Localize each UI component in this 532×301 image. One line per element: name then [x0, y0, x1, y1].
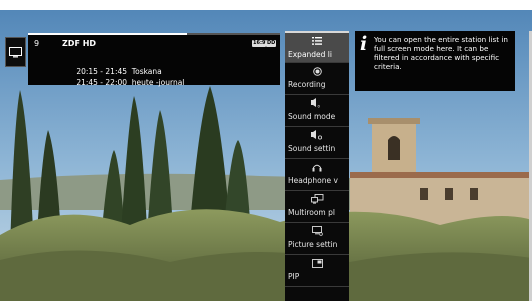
menu-item-label: Picture settin — [288, 240, 338, 249]
menu-item-label: Recording — [288, 80, 326, 89]
aspect-badge: 16:9 — [252, 40, 267, 47]
menu-item-pip[interactable]: PIP — [285, 255, 349, 287]
program-next: 21:45 - 22:00 heute -journal — [62, 69, 184, 96]
channel-name: ZDF HD — [62, 39, 97, 48]
list-icon — [312, 37, 322, 45]
menu-item-headphone[interactable]: Headphone v — [285, 159, 349, 191]
audio-badge: DD — [266, 40, 277, 47]
menu-item-label: Sound settin — [288, 144, 336, 153]
tv-source-button[interactable] — [5, 37, 26, 67]
tv-screen: 9 ZDF HD 16:9 DD 20:15 - 21:45 Toskana 2… — [0, 0, 532, 301]
menu-item-sound-settings[interactable]: Sound settin — [285, 127, 349, 159]
menu-item-label: Headphone v — [288, 176, 338, 185]
program-progress-bar — [28, 33, 187, 35]
sound-settings-icon — [311, 130, 323, 140]
tv-icon — [9, 46, 22, 57]
channel-number: 9 — [34, 39, 40, 48]
info-icon: i — [360, 33, 368, 55]
picture-settings-icon — [311, 226, 323, 236]
multiroom-icon — [310, 194, 323, 204]
menu-item-label: Multiroom pl — [288, 208, 335, 217]
record-icon — [312, 66, 322, 76]
menu-item-picture-settings[interactable]: Picture settin — [285, 223, 349, 255]
menu-item-label: Expanded li — [288, 50, 332, 59]
headphone-icon — [312, 164, 322, 171]
menu-item-sound-mode[interactable]: o Sound mode — [285, 95, 349, 127]
svg-text:o: o — [318, 104, 321, 109]
menu-item-expanded-list[interactable]: Expanded li — [285, 31, 349, 63]
menu-item-label: Sound mode — [288, 112, 336, 121]
channel-info-bar: 9 ZDF HD 16:9 DD 20:15 - 21:45 Toskana 2… — [28, 33, 280, 87]
menu-item-label: PIP — [288, 272, 300, 281]
help-tooltip: i You can open the entire station list i… — [355, 31, 515, 91]
sound-mode-icon: o — [311, 98, 321, 109]
menu-item-recording[interactable]: Recording — [285, 63, 349, 95]
program-progress-remaining — [187, 33, 280, 35]
pip-icon — [311, 258, 323, 268]
tooltip-text: You can open the entire station list in … — [374, 35, 508, 71]
program-title: heute -journal — [131, 78, 185, 87]
options-menu: Expanded li Recording o Sound mode Sound… — [285, 31, 349, 301]
program-time: 21:45 - 22:00 — [76, 78, 128, 87]
menu-item-multiroom[interactable]: Multiroom pl — [285, 191, 349, 223]
